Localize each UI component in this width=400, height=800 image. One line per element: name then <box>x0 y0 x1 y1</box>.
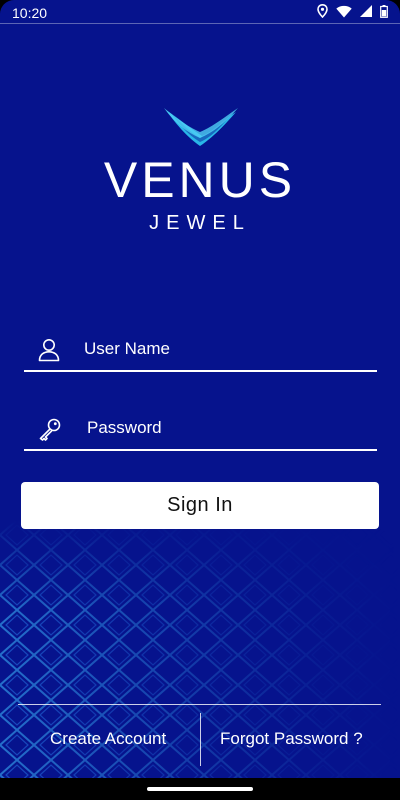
username-input[interactable] <box>84 336 364 362</box>
password-input[interactable] <box>87 415 367 441</box>
password-field[interactable] <box>24 409 377 451</box>
wifi-icon <box>336 5 352 18</box>
gesture-nav-handle[interactable] <box>147 787 253 791</box>
venus-wave-logo-icon <box>164 108 238 146</box>
login-screen: 10:20 VENUS JEWEL User Name Sign In Crea… <box>0 0 400 778</box>
footer-divider-line <box>18 704 381 705</box>
key-icon <box>39 418 61 441</box>
create-account-link[interactable]: Create Account <box>50 729 166 749</box>
status-icons <box>317 4 388 18</box>
username-field[interactable] <box>24 330 377 372</box>
status-time: 10:20 <box>12 5 48 21</box>
user-icon <box>38 339 60 362</box>
brand-name: VENUS <box>103 152 297 208</box>
status-bar: 10:20 <box>0 0 400 24</box>
location-icon <box>317 4 328 18</box>
forgot-password-link[interactable]: Forgot Password ? <box>220 729 363 749</box>
status-divider <box>0 23 400 24</box>
footer-vertical-divider <box>200 713 201 766</box>
sign-in-button[interactable]: Sign In <box>21 482 379 529</box>
battery-icon <box>380 4 388 18</box>
brand-subtitle: JEWEL <box>149 212 251 234</box>
phone-frame: 10:20 VENUS JEWEL User Name Sign In Crea… <box>0 0 400 800</box>
cellular-icon <box>360 5 372 17</box>
